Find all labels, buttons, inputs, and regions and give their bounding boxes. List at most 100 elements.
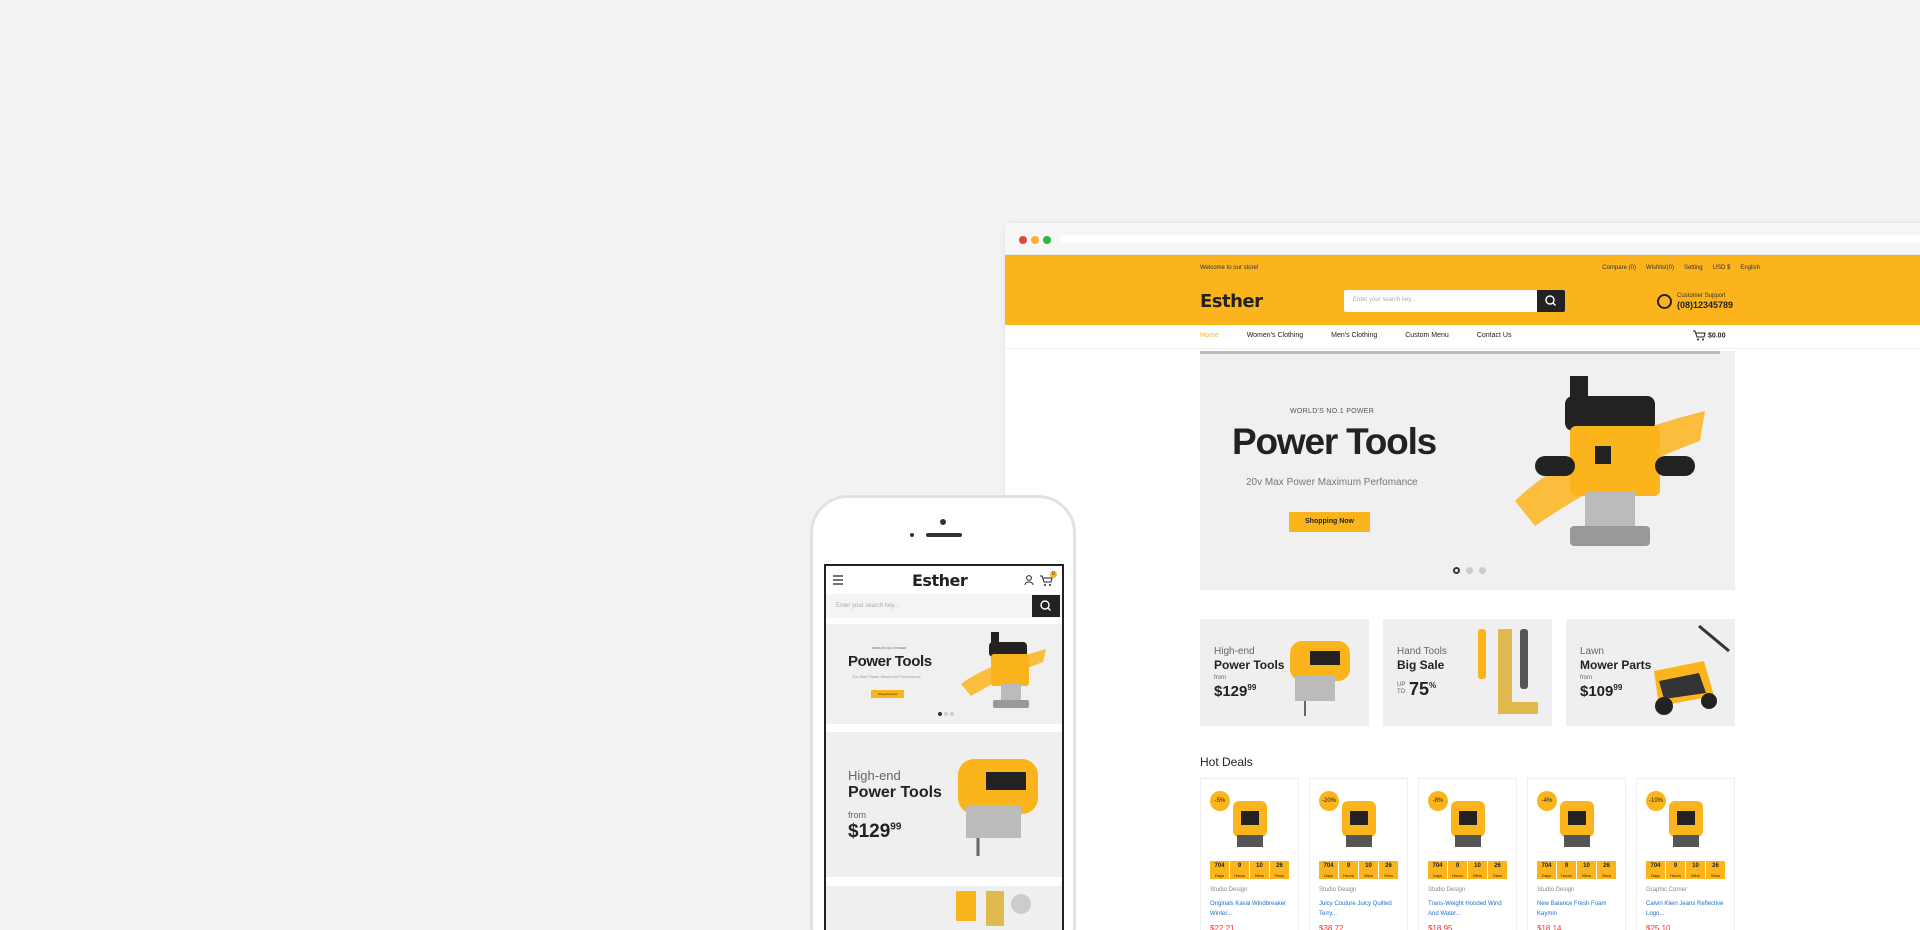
mobile-banner-price: $12999 bbox=[848, 821, 902, 842]
banner-hand-tools[interactable]: Hand Tools Big Sale UP TO 75% bbox=[1383, 619, 1552, 726]
search-icon bbox=[1040, 600, 1051, 611]
slider-dot-1[interactable] bbox=[1453, 567, 1460, 574]
product-card[interactable]: -8% 704 Days 9 Hours 10 Mins 26 Secs Studio Desig… bbox=[1418, 778, 1517, 930]
search-bar: Enter your search key... bbox=[1344, 290, 1565, 312]
nav-mens-clothing[interactable]: Men's Clothing bbox=[1331, 332, 1377, 339]
site-header: Welcome to our store! Compare (0) Wishli… bbox=[1005, 255, 1920, 325]
cart-icon bbox=[1693, 330, 1706, 341]
phone-camera bbox=[940, 519, 946, 525]
hamburger-menu-icon[interactable] bbox=[833, 575, 845, 585]
search-input[interactable]: Enter your search key... bbox=[1353, 297, 1416, 303]
product-name[interactable]: Juicy Couture Juicy Quilted Terry... bbox=[1319, 899, 1401, 919]
slider-dots bbox=[1453, 567, 1486, 574]
countdown-cell: 10 Mins bbox=[1250, 861, 1270, 879]
support-label: Customer Support bbox=[1677, 293, 1726, 299]
countdown-cell: 10 Mins bbox=[1686, 861, 1706, 879]
product-card[interactable]: -20% 704 Days 9 Hours 10 Mins 26 Secs Studio Desi… bbox=[1309, 778, 1408, 930]
product-price: $22.21 bbox=[1210, 924, 1235, 930]
mobile-shopping-now-button[interactable]: Shopping Now bbox=[871, 690, 904, 698]
mobile-phone-mockup: Esther 0 Enter your search key... WORLD'… bbox=[810, 495, 1076, 930]
countdown-cell: 26 Secs bbox=[1379, 861, 1399, 879]
product-brand[interactable]: Studio Design bbox=[1319, 887, 1356, 893]
nav-womens-clothing[interactable]: Women's Clothing bbox=[1247, 332, 1303, 339]
mobile-banner-hand-tools[interactable] bbox=[826, 886, 1062, 930]
product-name[interactable]: Trans-Weight Hooded Wind And Water... bbox=[1428, 899, 1510, 919]
mobile-header: Esther 0 bbox=[826, 566, 1062, 594]
product-name[interactable]: Calvin Klein Jeans Reflective Logo... bbox=[1646, 899, 1728, 919]
mobile-router-image bbox=[961, 632, 1046, 708]
hand-tools-image bbox=[1478, 629, 1538, 714]
product-image bbox=[1342, 801, 1376, 847]
search-icon bbox=[1545, 295, 1556, 306]
mobile-search-button[interactable] bbox=[1032, 595, 1060, 617]
countdown-cell: 9 Hours bbox=[1339, 861, 1359, 879]
desktop-browser-mockup: Welcome to our store! Compare (0) Wishli… bbox=[1005, 223, 1920, 930]
product-brand[interactable]: Studio Design bbox=[1537, 887, 1574, 893]
product-card[interactable]: -10% 704 Days 9 Hours 10 Mins 26 Secs Graphic Cor… bbox=[1636, 778, 1735, 930]
maximize-dot[interactable] bbox=[1043, 236, 1051, 244]
banner-price: $10999 bbox=[1580, 683, 1623, 700]
shopping-now-button[interactable]: Shopping Now bbox=[1289, 512, 1370, 532]
mobile-search-input[interactable]: Enter your search key... bbox=[836, 603, 899, 609]
search-button[interactable] bbox=[1537, 290, 1565, 312]
currency-dropdown[interactable]: USD $ bbox=[1713, 265, 1731, 271]
cart-button[interactable]: $0.00 bbox=[1693, 330, 1725, 341]
banner-power-tools[interactable]: High-end Power Tools from $12999 bbox=[1200, 619, 1369, 726]
hero-subtitle: WORLD'S NO.1 POWER bbox=[1290, 408, 1375, 415]
router-tool-image bbox=[1515, 376, 1705, 546]
product-brand[interactable]: Studio Design bbox=[1428, 887, 1465, 893]
mobile-slider-dot-2[interactable] bbox=[944, 712, 948, 716]
mobile-logo[interactable]: Esther bbox=[912, 571, 968, 590]
product-name[interactable]: Originals Kaval Windbreaker Winter... bbox=[1210, 899, 1292, 919]
banner-price: $12999 bbox=[1214, 683, 1257, 700]
mobile-slider-dot-1[interactable] bbox=[938, 712, 942, 716]
hot-deals-list: -5% 704 Days 9 Hours 10 Mins 26 Secs Studio Desig… bbox=[1200, 778, 1735, 930]
minimize-dot[interactable] bbox=[1031, 236, 1039, 244]
nav-contact-us[interactable]: Contact Us bbox=[1477, 332, 1512, 339]
mobile-banner-from: from bbox=[848, 810, 866, 820]
countdown-cell: 704 Days bbox=[1319, 861, 1339, 879]
mobile-slider-dot-3[interactable] bbox=[950, 712, 954, 716]
banner-lawn-mower[interactable]: Lawn Mower Parts from $10999 bbox=[1566, 619, 1735, 726]
countdown-timer: 704 Days 9 Hours 10 Mins 26 Secs bbox=[1646, 861, 1726, 879]
product-card[interactable]: -4% 704 Days 9 Hours 10 Mins 26 Secs Studio Desig… bbox=[1527, 778, 1626, 930]
banner-upto: UP TO bbox=[1397, 682, 1406, 695]
address-bar[interactable] bbox=[1060, 235, 1920, 243]
main-nav: Home Women's Clothing Men's Clothing Cus… bbox=[1005, 325, 1920, 349]
compare-link[interactable]: Compare (0) bbox=[1602, 265, 1636, 271]
support-phone[interactable]: (08)12345789 bbox=[1677, 300, 1733, 310]
banner-line1: High-end bbox=[1214, 646, 1255, 657]
product-card[interactable]: -5% 704 Days 9 Hours 10 Mins 26 Secs Studio Desig… bbox=[1200, 778, 1299, 930]
hero-tagline: 20v Max Power Maximum Perfomance bbox=[1246, 477, 1418, 488]
close-dot[interactable] bbox=[1019, 236, 1027, 244]
setting-dropdown[interactable]: Setting bbox=[1684, 265, 1703, 271]
nav-custom-menu[interactable]: Custom Menu bbox=[1405, 332, 1449, 339]
product-price: $25.10 bbox=[1646, 924, 1671, 930]
countdown-cell: 9 Hours bbox=[1230, 861, 1250, 879]
slider-dot-3[interactable] bbox=[1479, 567, 1486, 574]
product-brand[interactable]: Studio Design bbox=[1210, 887, 1247, 893]
site-logo[interactable]: Esther bbox=[1200, 291, 1263, 312]
countdown-cell: 704 Days bbox=[1646, 861, 1666, 879]
mobile-jigsaw-image bbox=[958, 759, 1038, 856]
hot-deals-heading: Hot Deals bbox=[1200, 755, 1253, 769]
countdown-cell: 9 Hours bbox=[1557, 861, 1577, 879]
mobile-banner-power-tools[interactable]: High-end Power Tools from $12999 bbox=[826, 732, 1062, 877]
language-dropdown[interactable]: English bbox=[1740, 265, 1760, 271]
mobile-hero: WORLD'S NO.1 POWER Power Tools 20v Max P… bbox=[826, 624, 1062, 724]
product-brand[interactable]: Graphic Corner bbox=[1646, 887, 1687, 893]
countdown-cell: 10 Mins bbox=[1577, 861, 1597, 879]
banner-from: from bbox=[1580, 675, 1592, 681]
banner-line2: Power Tools bbox=[1214, 658, 1285, 672]
countdown-timer: 704 Days 9 Hours 10 Mins 26 Secs bbox=[1319, 861, 1399, 879]
hero-slider: WORLD'S NO.1 POWER Power Tools 20v Max P… bbox=[1200, 351, 1735, 590]
banner-line1: Hand Tools bbox=[1397, 646, 1447, 657]
countdown-cell: 9 Hours bbox=[1448, 861, 1468, 879]
mobile-hero-tagline: 20v Max Power Maximum Perfomance bbox=[852, 674, 921, 679]
product-name[interactable]: New Balance Fresh Foam Kaymin bbox=[1537, 899, 1619, 919]
slider-dot-2[interactable] bbox=[1466, 567, 1473, 574]
wishlist-link[interactable]: Wishlist(0) bbox=[1646, 265, 1674, 271]
banner-line1: Lawn bbox=[1580, 646, 1604, 657]
user-account-icon[interactable] bbox=[1024, 575, 1034, 585]
nav-home[interactable]: Home bbox=[1200, 332, 1219, 339]
